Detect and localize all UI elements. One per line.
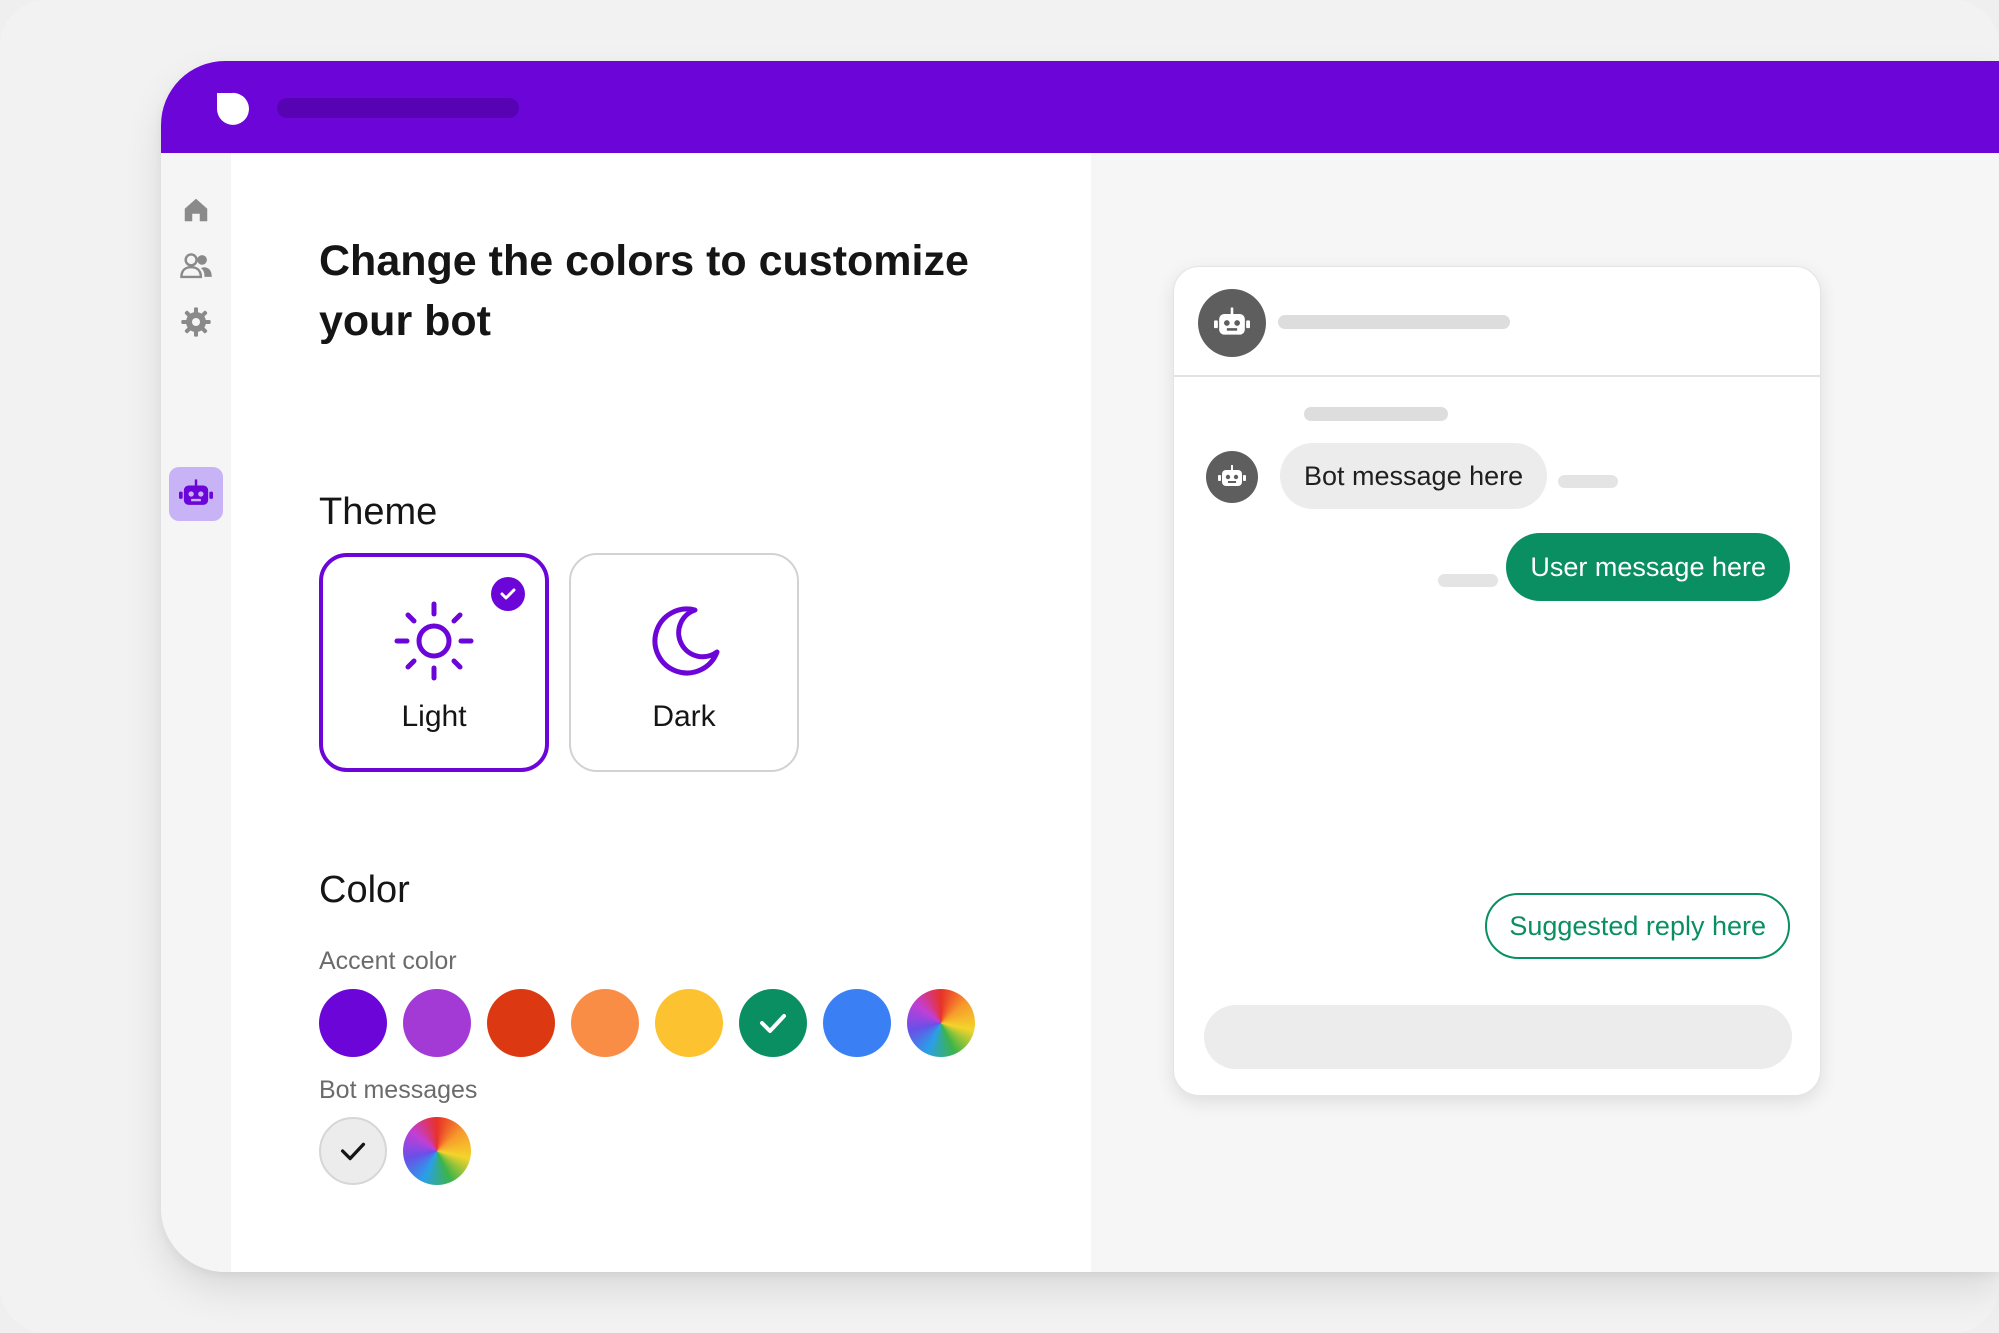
suggested-reply-chip[interactable]: Suggested reply here: [1485, 893, 1790, 959]
bot-name-placeholder: [1278, 315, 1510, 329]
robot-icon: [1218, 465, 1246, 486]
top-bar: [161, 61, 1999, 153]
selected-check-badge: [491, 577, 525, 611]
timestamp-placeholder: [1304, 407, 1448, 421]
message-meta-placeholder: [1558, 475, 1618, 488]
bot-messages-label: Bot messages: [319, 1076, 478, 1104]
chat-logo-icon[interactable]: [213, 87, 253, 127]
sidebar-item-home[interactable]: [169, 183, 223, 237]
check-icon: [340, 1142, 366, 1161]
accent-swatch-yellow[interactable]: [655, 989, 723, 1057]
check-icon: [500, 588, 516, 600]
bot-message-bubble: Bot message here: [1280, 443, 1548, 509]
people-icon: [180, 253, 212, 279]
sun-icon: [394, 601, 474, 680]
accent-swatch-custom[interactable]: [907, 989, 975, 1057]
sidebar-item-bot[interactable]: [169, 467, 223, 521]
settings-panel: Change the colors to customize your bot …: [231, 153, 1091, 1272]
accent-swatch-red[interactable]: [487, 989, 555, 1057]
theme-section-title: Theme: [319, 491, 438, 533]
robot-icon: [179, 479, 213, 505]
sidebar-item-settings[interactable]: [169, 295, 223, 349]
preview-panel: Bot message here User message here Sugge…: [1091, 153, 1999, 1272]
app-window: Change the colors to customize your bot …: [161, 61, 1999, 1272]
accent-swatch-purple[interactable]: [319, 989, 387, 1057]
theme-option-label: Light: [401, 699, 467, 733]
bot-message-swatch-custom[interactable]: [403, 1117, 471, 1185]
bot-message-swatch-gray[interactable]: [319, 1117, 387, 1185]
color-section-title: Color: [319, 869, 410, 911]
check-icon: [760, 1014, 786, 1033]
message-meta-placeholder: [1438, 574, 1498, 587]
chat-widget-preview: Bot message here User message here Sugge…: [1173, 266, 1821, 1096]
gear-icon: [181, 307, 211, 337]
page-title: Change the colors to customize your bot: [319, 237, 969, 345]
moon-icon: [652, 605, 720, 675]
window-title-placeholder: [277, 98, 519, 118]
sidebar-item-people[interactable]: [169, 239, 223, 293]
theme-option-label: Dark: [652, 699, 716, 733]
sidebar: [161, 153, 231, 1272]
home-icon: [184, 198, 208, 222]
chat-header: [1174, 267, 1820, 377]
accent-color-label: Accent color: [319, 947, 457, 975]
accent-swatch-blue[interactable]: [823, 989, 891, 1057]
accent-swatch-violet[interactable]: [403, 989, 471, 1057]
accent-swatch-green[interactable]: [739, 989, 807, 1057]
message-composer[interactable]: [1204, 1005, 1792, 1069]
theme-option-light[interactable]: Light: [319, 553, 549, 772]
theme-option-dark[interactable]: Dark: [569, 553, 799, 772]
accent-swatch-orange[interactable]: [571, 989, 639, 1057]
bot-avatar: [1198, 289, 1266, 357]
user-message-bubble: User message here: [1506, 533, 1790, 601]
bot-avatar-small: [1206, 451, 1258, 503]
robot-icon: [1214, 307, 1250, 335]
